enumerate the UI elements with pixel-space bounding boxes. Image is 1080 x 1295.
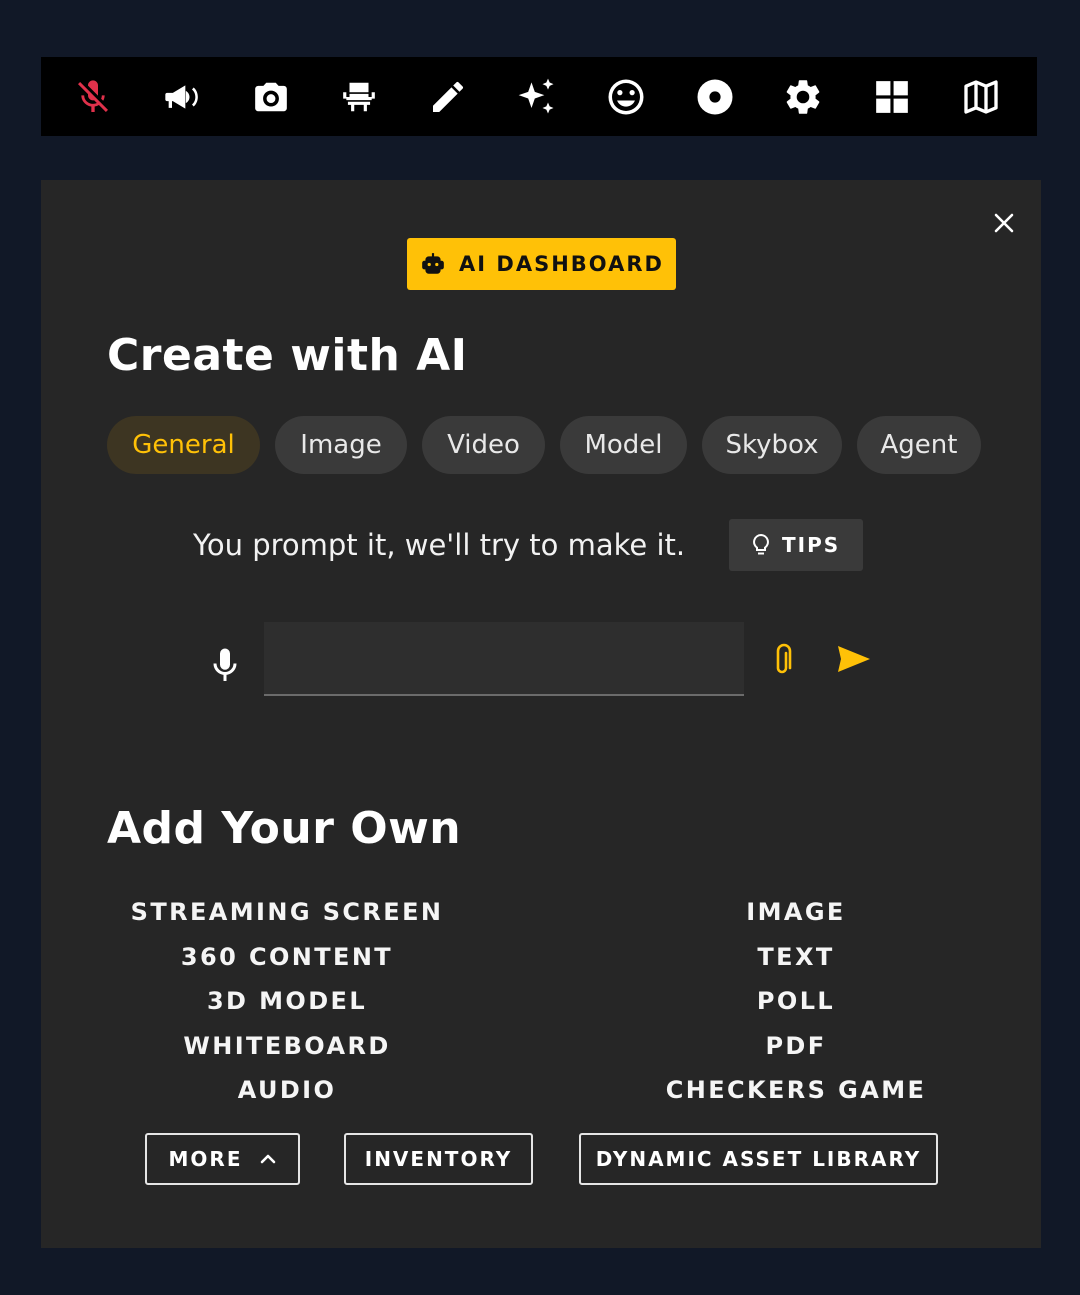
- ai-panel: AI DASHBOARD Create with AI General Imag…: [41, 180, 1041, 1248]
- seat-button[interactable]: [323, 67, 395, 127]
- grid-icon: [876, 80, 909, 113]
- megaphone-icon: [165, 84, 198, 109]
- add-your-own-title: Add Your Own: [107, 803, 462, 854]
- tab-model[interactable]: Model: [560, 416, 687, 474]
- map-icon: [964, 79, 998, 114]
- tab-general[interactable]: General: [107, 416, 260, 474]
- mic-icon: [213, 648, 237, 681]
- prompt-row: You prompt it, we'll try to make it. TIP…: [193, 519, 864, 571]
- add-audio[interactable]: AUDIO: [238, 1068, 337, 1113]
- tips-label: TIPS: [782, 533, 841, 557]
- dynamic-asset-library-button[interactable]: DYNAMIC ASSET LIBRARY: [579, 1133, 938, 1185]
- ai-dashboard-button[interactable]: AI DASHBOARD: [407, 238, 676, 290]
- more-button[interactable]: MORE: [145, 1133, 300, 1185]
- close-button[interactable]: [989, 208, 1019, 238]
- add-own-left-list: STREAMING SCREEN 360 CONTENT 3D MODEL WH…: [107, 890, 467, 1113]
- prompt-input[interactable]: [264, 622, 744, 696]
- add-whiteboard[interactable]: WHITEBOARD: [183, 1024, 390, 1069]
- ai-tabs: General Image Video Model Skybox Agent: [107, 416, 981, 474]
- settings-button[interactable]: [767, 67, 839, 127]
- record-button[interactable]: [679, 67, 751, 127]
- paperclip-icon: [776, 643, 792, 674]
- add-pdf[interactable]: PDF: [765, 1024, 826, 1069]
- smiley-icon: [608, 79, 644, 114]
- tab-image[interactable]: Image: [275, 416, 407, 474]
- mic-off-icon: [78, 79, 108, 112]
- inventory-button[interactable]: INVENTORY: [344, 1133, 533, 1185]
- send-icon: [838, 646, 870, 672]
- sparkles-button[interactable]: [501, 67, 573, 127]
- tab-skybox[interactable]: Skybox: [702, 416, 842, 474]
- mic-off-button[interactable]: [57, 67, 129, 127]
- add-text[interactable]: TEXT: [757, 935, 834, 980]
- add-checkers-game[interactable]: CHECKERS GAME: [666, 1068, 927, 1113]
- tips-button[interactable]: TIPS: [729, 519, 864, 571]
- map-button[interactable]: [945, 67, 1017, 127]
- ai-dashboard-label: AI DASHBOARD: [459, 252, 664, 276]
- record-icon: [697, 79, 733, 114]
- top-toolbar: [41, 57, 1037, 136]
- add-360-content[interactable]: 360 CONTENT: [181, 935, 393, 980]
- create-title: Create with AI: [107, 330, 468, 381]
- smiley-button[interactable]: [590, 67, 662, 127]
- megaphone-button[interactable]: [146, 67, 218, 127]
- close-icon: [994, 213, 1014, 233]
- lightbulb-icon: [753, 533, 769, 555]
- add-streaming-screen[interactable]: STREAMING SCREEN: [131, 890, 444, 935]
- pencil-button[interactable]: [412, 67, 484, 127]
- gear-icon: [787, 79, 820, 114]
- add-poll[interactable]: POLL: [757, 979, 835, 1024]
- prompt-hint: You prompt it, we'll try to make it.: [193, 528, 686, 562]
- tab-agent[interactable]: Agent: [857, 416, 981, 474]
- camera-icon: [254, 82, 287, 111]
- tab-video[interactable]: Video: [422, 416, 545, 474]
- add-image[interactable]: IMAGE: [746, 890, 845, 935]
- add-own-right-list: IMAGE TEXT POLL PDF CHECKERS GAME: [616, 890, 976, 1113]
- seat-icon: [343, 82, 376, 111]
- robot-icon: [422, 253, 444, 274]
- camera-button[interactable]: [235, 67, 307, 127]
- more-label: MORE: [168, 1147, 243, 1171]
- chevron-up-icon: [261, 1154, 276, 1164]
- pencil-icon: [433, 81, 464, 112]
- sparkles-icon: [518, 78, 554, 113]
- voice-input-button[interactable]: [207, 642, 243, 690]
- attach-button[interactable]: [765, 640, 799, 680]
- grid-button[interactable]: [856, 67, 928, 127]
- send-button[interactable]: [836, 642, 872, 676]
- add-3d-model[interactable]: 3D MODEL: [207, 979, 367, 1024]
